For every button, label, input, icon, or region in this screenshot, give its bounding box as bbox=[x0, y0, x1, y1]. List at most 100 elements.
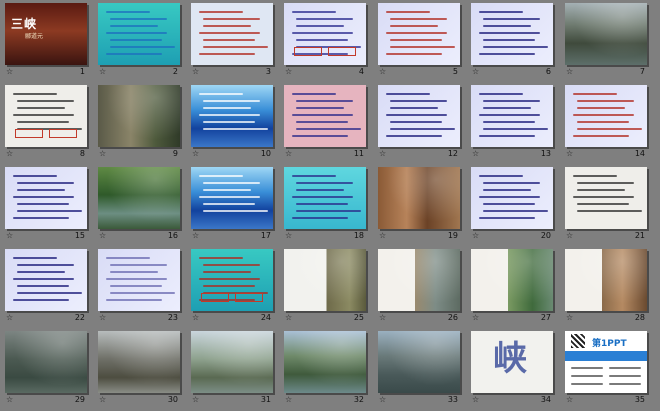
slide-thumbnail-5[interactable]: ☆ 5 bbox=[378, 3, 460, 83]
slide-preview[interactable]: 三峡 郦道元 bbox=[5, 3, 87, 65]
slide-preview[interactable] bbox=[471, 3, 553, 65]
slide-preview[interactable] bbox=[378, 3, 460, 65]
slide-thumbnail-25[interactable]: ☆ 25 bbox=[284, 249, 366, 329]
slide-number-label: 17 bbox=[260, 231, 271, 240]
slide-thumbnail-32[interactable]: ☆ 32 bbox=[284, 331, 366, 411]
slide-callout-box bbox=[235, 293, 263, 302]
slide-preview[interactable] bbox=[378, 249, 460, 311]
slide-thumbnail-10[interactable]: ☆ 10 bbox=[191, 85, 273, 165]
slide-thumbnail-12[interactable]: ☆ 12 bbox=[378, 85, 460, 165]
slide-thumbnail-18[interactable]: ☆ 18 bbox=[284, 167, 366, 247]
slide-thumbnail-14[interactable]: ☆ 14 bbox=[565, 85, 647, 165]
slide-preview[interactable] bbox=[565, 85, 647, 147]
star-icon: ☆ bbox=[6, 67, 14, 76]
slide-preview[interactable] bbox=[284, 249, 366, 311]
slide-text-line bbox=[390, 39, 442, 41]
slide-preview[interactable] bbox=[5, 167, 87, 229]
photo-shading bbox=[98, 331, 180, 393]
slide-preview[interactable]: 第1PPT bbox=[565, 331, 647, 393]
slide-callout-box bbox=[294, 47, 322, 56]
slide-preview[interactable] bbox=[565, 3, 647, 65]
star-icon: ☆ bbox=[472, 313, 480, 322]
slide-preview[interactable] bbox=[284, 167, 366, 229]
slide-preview[interactable] bbox=[98, 167, 180, 229]
slide-thumbnail-34[interactable]: 峡 ☆ 34 bbox=[471, 331, 553, 411]
slide-thumbnail-28[interactable]: ☆ 28 bbox=[565, 249, 647, 329]
slide-preview[interactable] bbox=[378, 167, 460, 229]
slide-text-line bbox=[296, 107, 344, 109]
slide-preview[interactable] bbox=[471, 167, 553, 229]
slide-number-label: 12 bbox=[447, 149, 458, 158]
slide-thumbnail-6[interactable]: ☆ 6 bbox=[471, 3, 553, 83]
slide-number-label: 19 bbox=[447, 231, 458, 240]
slide-thumbnail-11[interactable]: ☆ 11 bbox=[284, 85, 366, 165]
slide-preview[interactable] bbox=[378, 331, 460, 393]
slide-thumbnail-24[interactable]: ☆ 24 bbox=[191, 249, 273, 329]
slide-text-line bbox=[296, 182, 353, 184]
slide-preview[interactable] bbox=[191, 249, 273, 311]
slide-thumbnail-19[interactable]: ☆ 19 bbox=[378, 167, 460, 247]
star-icon: ☆ bbox=[6, 149, 14, 158]
slide-text-line bbox=[199, 93, 243, 95]
slide-text-line bbox=[199, 32, 260, 34]
slide-preview[interactable] bbox=[284, 85, 366, 147]
slide-text-line bbox=[17, 203, 69, 205]
slide-text-line bbox=[390, 46, 455, 48]
slide-thumbnail-30[interactable]: ☆ 30 bbox=[98, 331, 180, 411]
slide-thumbnail-2[interactable]: ☆ 2 bbox=[98, 3, 180, 83]
slide-preview[interactable] bbox=[378, 85, 460, 147]
slide-preview[interactable]: 峡 bbox=[471, 331, 553, 393]
slide-thumbnail-35[interactable]: 第1PPT ☆ 35 bbox=[565, 331, 647, 411]
slide-preview[interactable] bbox=[471, 85, 553, 147]
slide-thumbnail-3[interactable]: ☆ 3 bbox=[191, 3, 273, 83]
slide-thumbnail-27[interactable]: ☆ 27 bbox=[471, 249, 553, 329]
slide-preview[interactable] bbox=[5, 331, 87, 393]
slide-thumbnail-9[interactable]: ☆ 9 bbox=[98, 85, 180, 165]
slide-thumbnail-29[interactable]: ☆ 29 bbox=[5, 331, 87, 411]
star-icon: ☆ bbox=[192, 313, 200, 322]
slide-thumbnail-1[interactable]: 三峡 郦道元 ☆ 1 bbox=[5, 3, 87, 83]
slide-preview[interactable] bbox=[565, 167, 647, 229]
slide-number-label: 34 bbox=[540, 395, 551, 404]
slide-text-line bbox=[577, 121, 629, 123]
slide-text-line bbox=[479, 217, 535, 219]
slide-thumbnail-15[interactable]: ☆ 15 bbox=[5, 167, 87, 247]
slide-text-line bbox=[479, 93, 523, 95]
slide-preview[interactable] bbox=[191, 331, 273, 393]
slide-thumbnail-21[interactable]: ☆ 21 bbox=[565, 167, 647, 247]
slide-preview[interactable] bbox=[191, 167, 273, 229]
slide-thumbnail-31[interactable]: ☆ 31 bbox=[191, 331, 273, 411]
slide-preview[interactable] bbox=[565, 249, 647, 311]
slide-text-line bbox=[110, 46, 175, 48]
slide-preview[interactable] bbox=[284, 331, 366, 393]
slide-thumbnail-23[interactable]: ☆ 23 bbox=[98, 249, 180, 329]
slide-thumbnail-13[interactable]: ☆ 13 bbox=[471, 85, 553, 165]
slide-thumbnail-4[interactable]: ☆ 4 bbox=[284, 3, 366, 83]
slide-preview[interactable] bbox=[191, 3, 273, 65]
slide-text-line bbox=[13, 175, 57, 177]
slide-text-line bbox=[203, 107, 251, 109]
star-icon: ☆ bbox=[379, 149, 387, 158]
slide-thumbnail-8[interactable]: ☆ 8 bbox=[5, 85, 87, 165]
slide-thumbnail-17[interactable]: ☆ 17 bbox=[191, 167, 273, 247]
slide-thumbnail-20[interactable]: ☆ 20 bbox=[471, 167, 553, 247]
slide-text-line bbox=[296, 121, 348, 123]
slide-thumbnail-33[interactable]: ☆ 33 bbox=[378, 331, 460, 411]
slide-text-line bbox=[203, 100, 260, 102]
slide-text-line bbox=[483, 107, 531, 109]
slide-preview[interactable] bbox=[5, 249, 87, 311]
slide-preview[interactable] bbox=[98, 331, 180, 393]
slide-preview[interactable] bbox=[98, 249, 180, 311]
slide-preview[interactable] bbox=[471, 249, 553, 311]
slide-number-label: 23 bbox=[167, 313, 178, 322]
slide-thumbnail-16[interactable]: ☆ 16 bbox=[98, 167, 180, 247]
slide-thumbnail-7[interactable]: ☆ 7 bbox=[565, 3, 647, 83]
slide-preview[interactable] bbox=[284, 3, 366, 65]
slide-text-line bbox=[577, 210, 642, 212]
slide-preview[interactable] bbox=[5, 85, 87, 147]
slide-thumbnail-26[interactable]: ☆ 26 bbox=[378, 249, 460, 329]
slide-preview[interactable] bbox=[98, 3, 180, 65]
slide-preview[interactable] bbox=[98, 85, 180, 147]
slide-preview[interactable] bbox=[191, 85, 273, 147]
slide-thumbnail-22[interactable]: ☆ 22 bbox=[5, 249, 87, 329]
